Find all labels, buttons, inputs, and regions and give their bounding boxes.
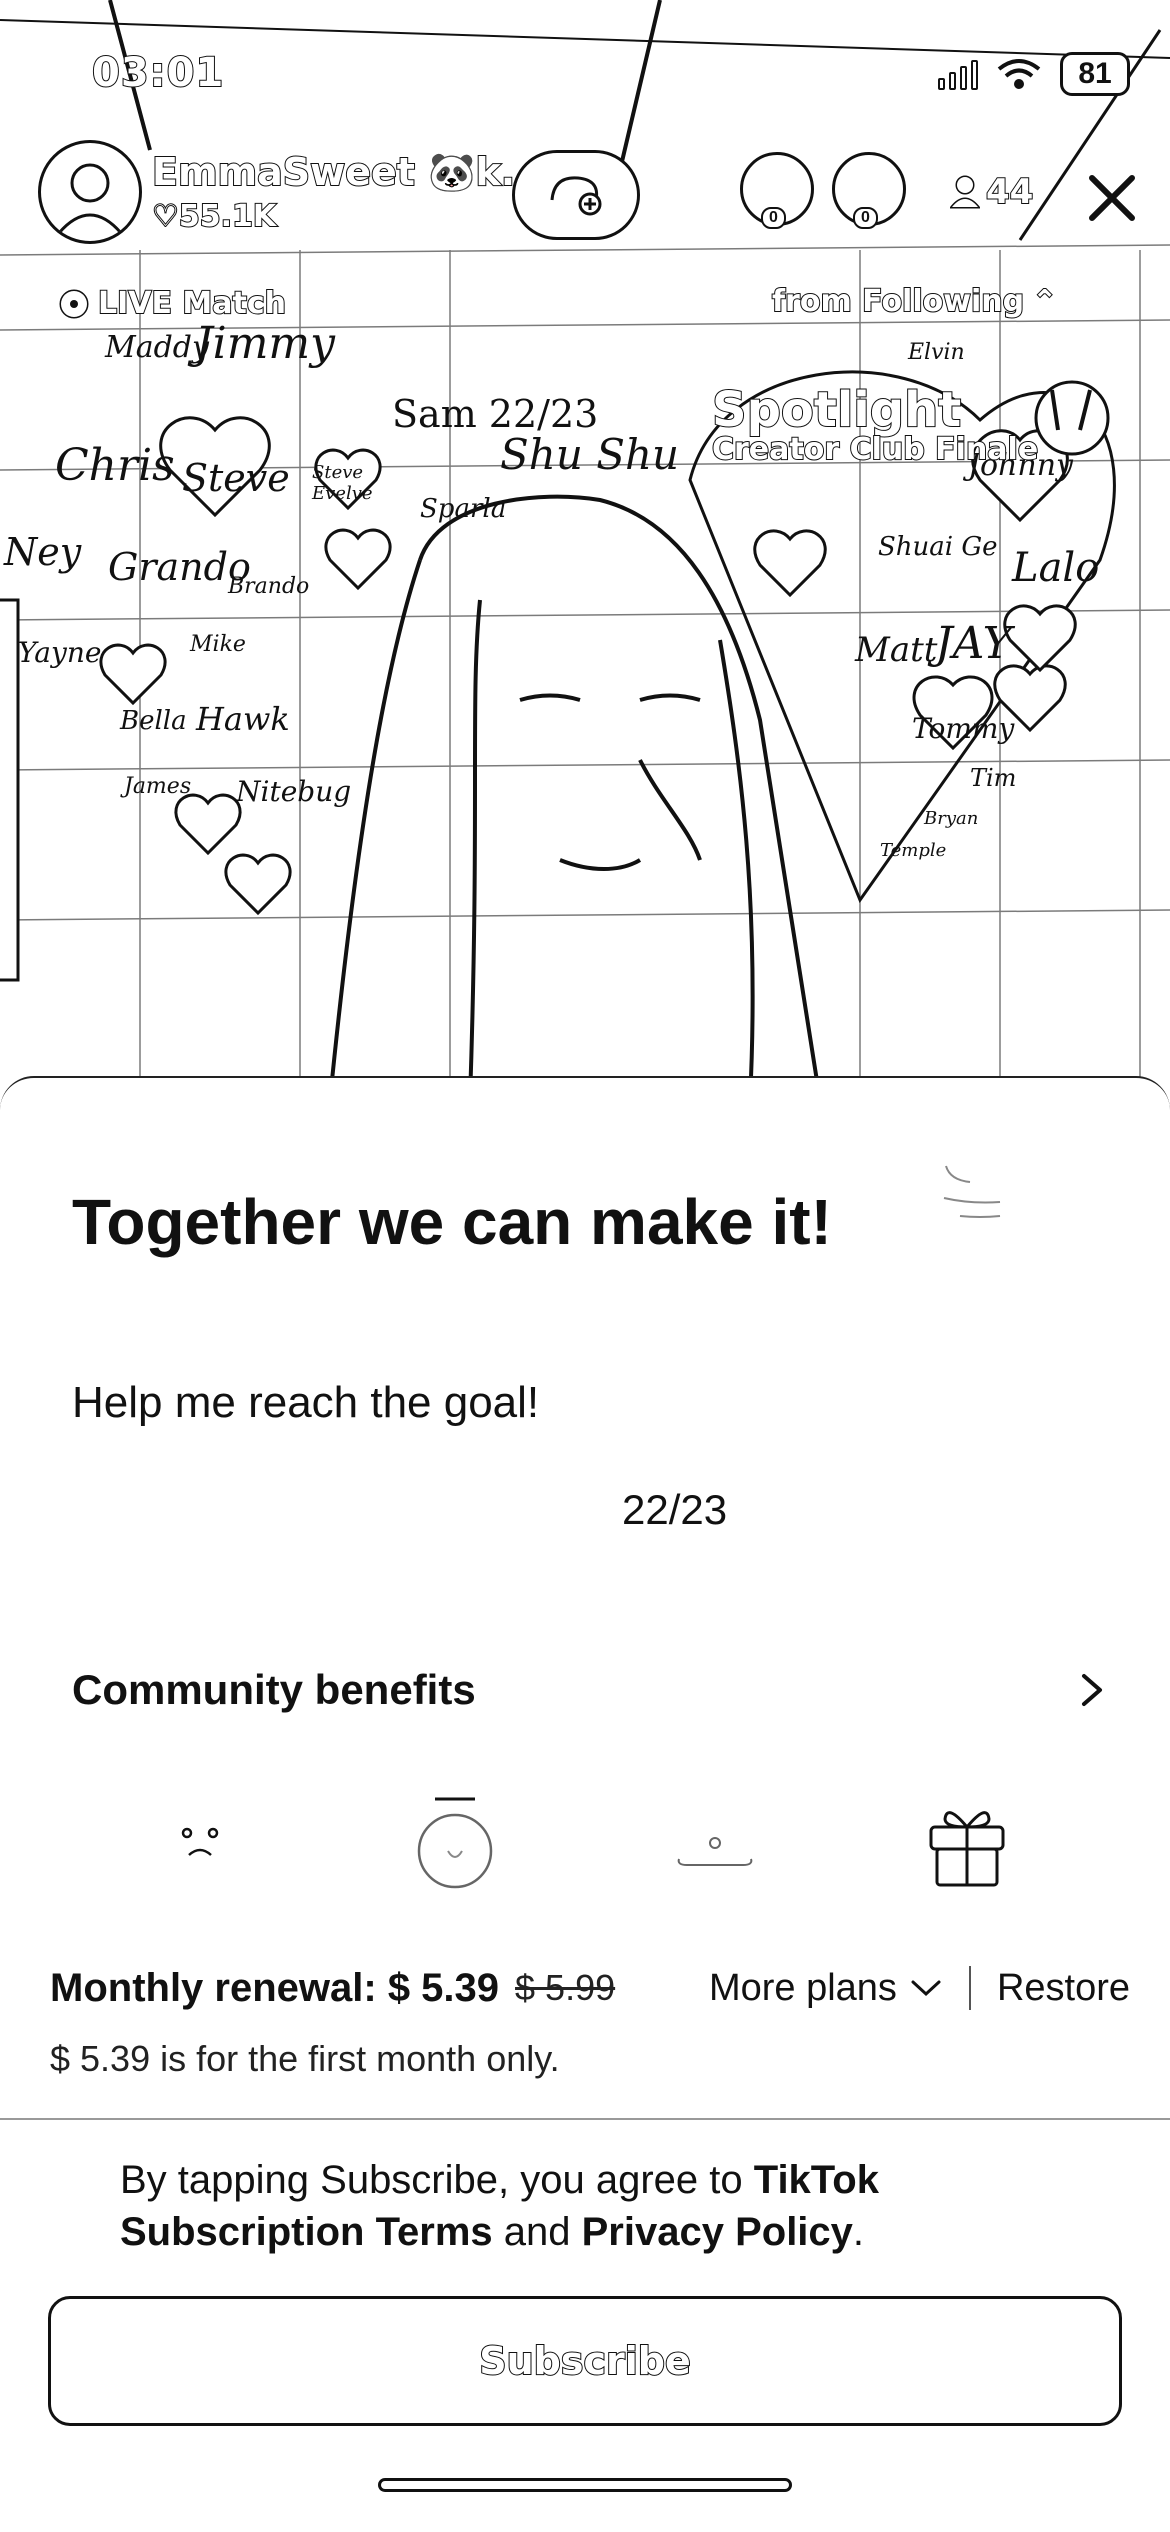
from-following-button[interactable]: from Following ⌃ (771, 283, 1058, 320)
goal-title: Together we can make it! (72, 1186, 832, 1258)
live-video-area: Maddy Jimmy Chris Steve Steve Evelve Ney… (0, 0, 1170, 1100)
subscription-sheet: Together we can make it! Help me reach t… (0, 1076, 1170, 2532)
chevron-up-icon: ⌃ (1031, 283, 1058, 320)
terms-and: and (492, 2210, 582, 2254)
viewer-count-value: 44 (985, 171, 1034, 213)
privacy-policy-link[interactable]: Privacy Policy (582, 2210, 853, 2254)
terms-suffix: . (852, 2210, 865, 2254)
restore-button[interactable]: Restore (997, 1967, 1130, 2010)
benefit-item[interactable] (660, 1788, 770, 1898)
subscribe-label: Subscribe (478, 2338, 692, 2384)
gift-icon (929, 1811, 1005, 1887)
wall-name: Shuai Ge (878, 532, 998, 562)
host-avatar[interactable] (38, 140, 142, 244)
benefit-item[interactable] (912, 1788, 1022, 1898)
viewer-rank: 0 (853, 207, 878, 229)
chat-badge-icon (677, 1837, 753, 1866)
battery-indicator: 81 (1060, 52, 1130, 96)
wall-name: Lalo (1012, 545, 1100, 591)
host-likes-count: 55.1K (178, 198, 277, 235)
more-plans-label: More plans (708, 1966, 897, 2009)
close-icon[interactable] (1082, 168, 1142, 228)
host-likes: ♡55.1K (151, 198, 544, 235)
viewer-avatar[interactable]: 0 (740, 152, 814, 229)
wall-name: Maddy (105, 330, 209, 365)
goal-progress: 22/23 (622, 1486, 728, 1533)
host-name: EmmaSweet 🐼k... (151, 149, 545, 195)
original-price: $ 5.99 (515, 1967, 616, 2008)
wall-name: Mike (190, 632, 246, 657)
terms-prefix: By tapping Subscribe, you agree to (120, 2158, 754, 2202)
live-match-label: LIVE Match (97, 285, 287, 322)
more-plans-button[interactable]: More plans (709, 1967, 943, 2010)
badge-icon (417, 1797, 493, 1889)
status-time: 03:01 (91, 49, 225, 97)
wall-name: Hawk (196, 700, 290, 738)
viewer-rank: 0 (761, 207, 786, 229)
goal-decoration-icon (943, 1165, 1001, 1218)
cellular-signal-icon (938, 58, 978, 90)
wall-name: Steve Evelve (312, 462, 373, 504)
wall-name: Jimmy (195, 318, 336, 369)
viewer-count[interactable]: 44 (950, 171, 1034, 213)
viewer-avatar[interactable]: 0 (832, 152, 906, 229)
wall-name: Elvin (908, 340, 965, 365)
pricing-row: Monthly renewal: $ 5.39 $ 5.99 More plan… (50, 1958, 1130, 2018)
spotlight-title: Spotlight (711, 381, 962, 439)
wall-name: Steve (182, 456, 290, 500)
wall-name: Matt (855, 630, 938, 670)
live-match-icon (59, 289, 89, 318)
wall-name: Nitebug (236, 775, 352, 808)
benefit-item[interactable] (145, 1788, 255, 1898)
follow-button[interactable] (512, 150, 640, 240)
chevron-right-icon (1082, 1674, 1102, 1706)
wall-name: Ney (4, 530, 82, 574)
wall-name: Sparla (420, 494, 507, 524)
community-benefits-row[interactable]: Community benefits (72, 1660, 1112, 1720)
top-viewers[interactable]: 0 0 (740, 152, 906, 229)
wall-name: Brando (228, 574, 310, 599)
wifi-icon (997, 59, 1041, 89)
follow-icon (550, 176, 602, 216)
from-following-label: from Following (771, 283, 1025, 320)
price-note: $ 5.39 is for the first month only. (50, 2038, 560, 2079)
wall-name: James (124, 774, 192, 799)
wall-name: Chris (55, 440, 175, 491)
status-icons: 81 (938, 52, 1130, 96)
benefit-item[interactable] (400, 1788, 510, 1898)
live-match-button[interactable]: LIVE Match (58, 285, 287, 322)
wall-name: Bella (120, 706, 187, 736)
monthly-price: Monthly renewal: $ 5.39 (50, 1965, 500, 2010)
wall-name: Bryan (924, 808, 979, 829)
wall-name: Tim (970, 764, 1017, 792)
emote-icon (181, 1827, 219, 1856)
benefit-icons (0, 1788, 1170, 1898)
wall-name: Temple (880, 840, 947, 861)
wall-name: Yayne (18, 636, 102, 669)
host-info[interactable]: EmmaSweet 🐼k... ♡55.1K (38, 140, 545, 244)
goal-subtitle: Help me reach the goal! (72, 1378, 540, 1427)
subscribe-button[interactable]: Subscribe (48, 2296, 1122, 2426)
person-icon (950, 175, 980, 209)
wall-counter: Sam 22/23 (392, 392, 599, 436)
divider (0, 2118, 1170, 2120)
heart-icon: ♡ (151, 198, 180, 235)
wall-name: JAY (935, 618, 1012, 669)
wall-name: Tommy (912, 712, 1015, 745)
spotlight-subtitle: Creator Club Finale (711, 431, 1039, 468)
community-benefits-title: Community benefits (72, 1666, 476, 1713)
avatar-icon (57, 163, 123, 234)
home-indicator[interactable] (378, 2478, 792, 2492)
wall-name: Shu Shu (500, 430, 680, 479)
terms-text: By tapping Subscribe, you agree to TikTo… (120, 2154, 1130, 2258)
chevron-down-icon (911, 1980, 941, 1997)
divider (968, 1966, 971, 2010)
